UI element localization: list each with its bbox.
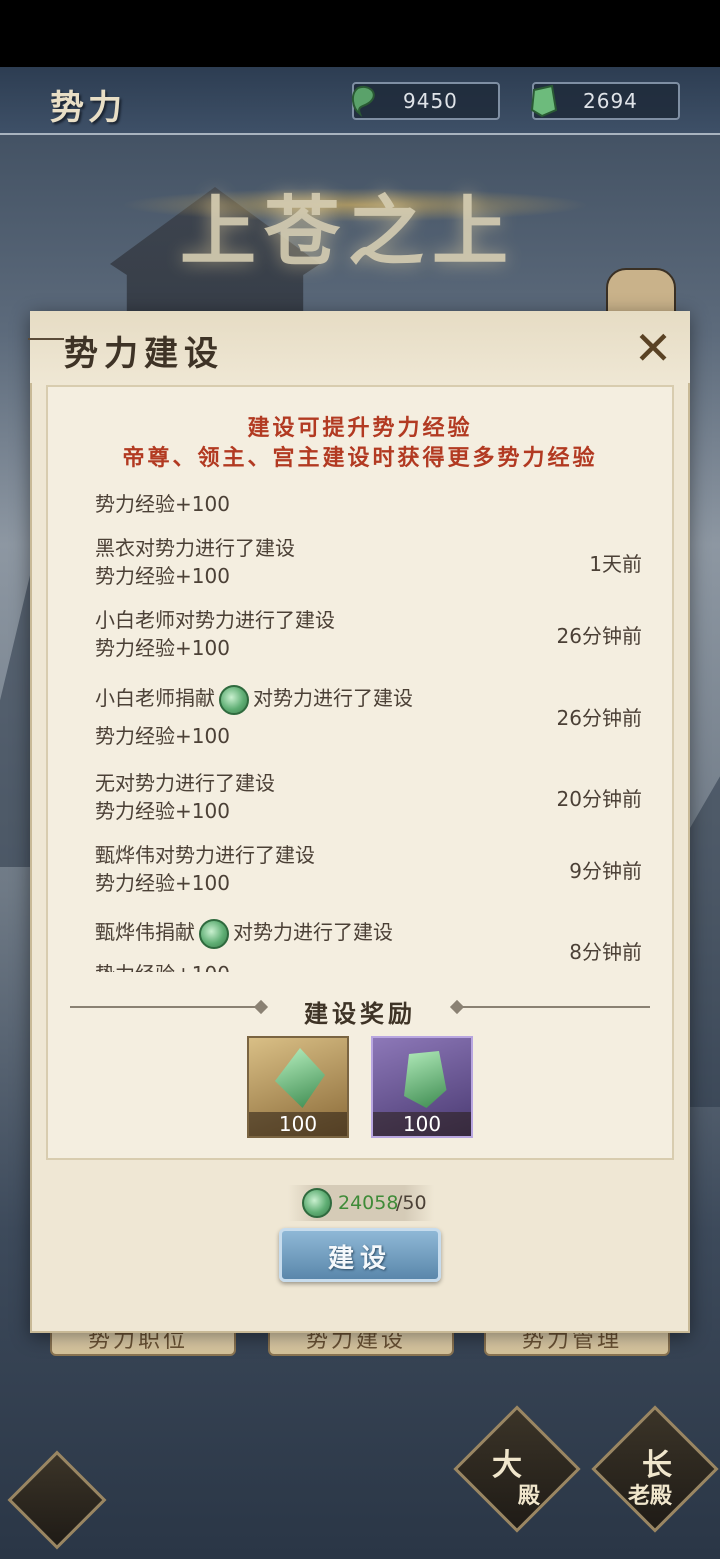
log-text: 小白老师捐献 对势力进行了建设 (95, 682, 413, 715)
dialog-title: 势力建设 (64, 334, 224, 374)
jade-token-icon (530, 84, 558, 118)
build-button-label: 建设 (327, 1244, 392, 1274)
jade-coin-icon (302, 1188, 332, 1218)
notice-line-2: 帝尊、领主、宫主建设时获得更多势力经验 (122, 445, 598, 471)
reward-count: 100 (249, 1112, 347, 1136)
log-text: 甄烨伟捐献 对势力进行了建设 (95, 916, 393, 949)
log-exp: 势力经验+100 (95, 636, 230, 660)
jade-icon (219, 684, 249, 715)
jade-pouch-icon (404, 1051, 447, 1108)
build-log-list[interactable]: 势力经验+100 黑衣对势力进行了建设 势力经验+100 1天前 小白老师对势力… (70, 482, 660, 972)
jade-coin-icon (352, 86, 375, 117)
log-time: 1天前 (589, 552, 642, 576)
notice-line-1: 建设可提升势力经验 (247, 415, 473, 441)
elder-hall-sublabel: 老殿 (628, 1483, 673, 1509)
log-exp: 势力经验+100 (95, 871, 230, 895)
page-title: 势力 (50, 88, 126, 128)
realm-title: 上苍之上 (180, 187, 516, 276)
log-time: 8分钟前 (569, 940, 642, 964)
log-exp: 势力经验+100 (95, 724, 230, 748)
reward-count: 100 (373, 1112, 471, 1136)
log-text: 黑衣对势力进行了建设 (95, 536, 295, 560)
reward-item-pouch[interactable]: 100 (371, 1036, 473, 1138)
log-time: 26分钟前 (556, 706, 642, 730)
log-exp: 势力经验+100 (95, 564, 230, 588)
log-time: 9分钟前 (569, 859, 642, 883)
log-text-before: 小白老师捐献 (95, 686, 215, 710)
cost-current: 24058 (338, 1192, 399, 1214)
jade-icon (199, 918, 229, 949)
close-icon[interactable]: ✕ (630, 325, 676, 371)
log-exp: 势力经验+100 (95, 492, 230, 516)
main-hall-sublabel: 殿 (518, 1483, 541, 1509)
log-text-after: 对势力进行了建设 (233, 920, 393, 944)
log-time: 20分钟前 (556, 787, 642, 811)
log-text: 无对势力进行了建设 (95, 771, 275, 795)
cost-required: /50 (396, 1192, 427, 1214)
resource-jade-coin-value: 9450 (403, 89, 458, 113)
log-time: 26分钟前 (556, 624, 642, 648)
reward-title: 建设奖励 (304, 999, 416, 1028)
resource-jade-token-value: 2694 (583, 89, 638, 113)
reward-item-crystal[interactable]: 100 (247, 1036, 349, 1138)
log-text-after: 对势力进行了建设 (253, 686, 413, 710)
log-text-before: 甄烨伟捐献 (95, 920, 195, 944)
title-ornament (28, 338, 64, 340)
log-exp: 势力经验+100 (95, 799, 230, 823)
jade-crystal-icon (275, 1048, 325, 1108)
status-bar (0, 0, 720, 67)
log-text: 小白老师对势力进行了建设 (95, 608, 335, 632)
log-text: 甄烨伟对势力进行了建设 (95, 843, 315, 867)
log-exp: 势力经验+100 (95, 958, 230, 972)
